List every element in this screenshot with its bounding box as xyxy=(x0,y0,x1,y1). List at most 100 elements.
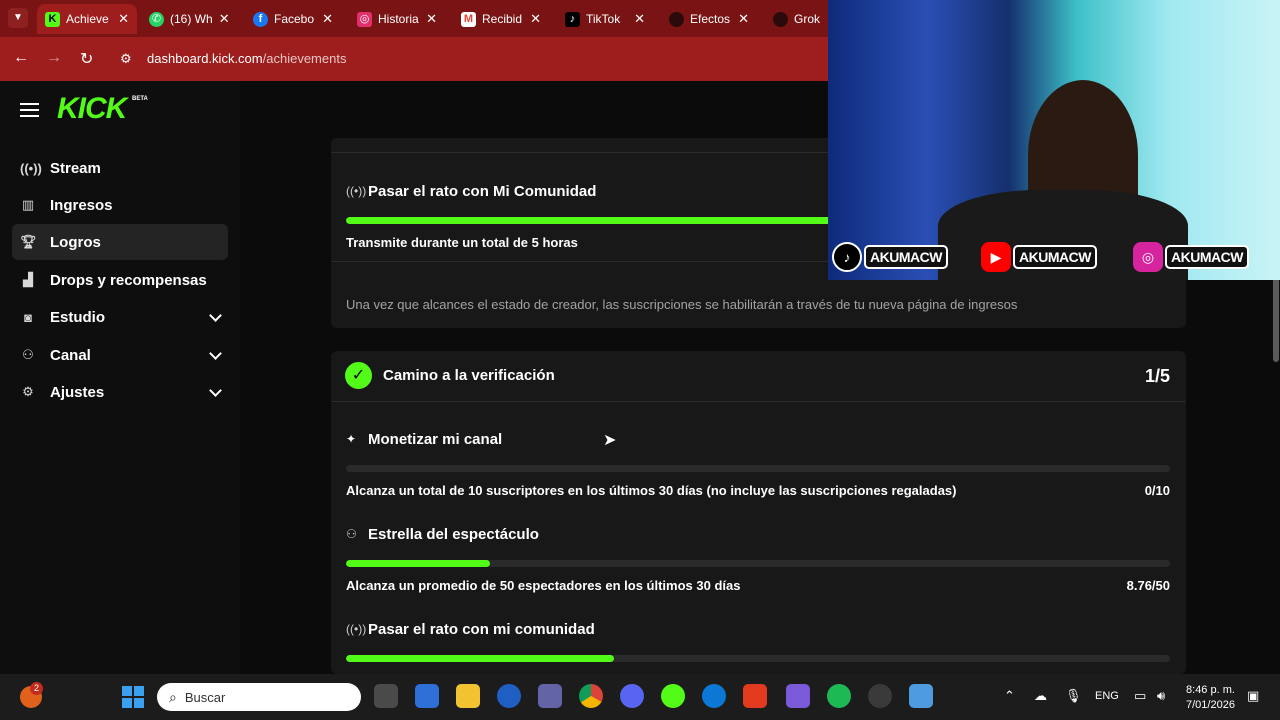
tab-grok[interactable]: Grok xyxy=(765,4,827,34)
notepad-icon[interactable] xyxy=(909,684,933,708)
achievement-description: Alcanza un promedio de 50 espectadores e… xyxy=(346,578,741,593)
site-info-icon[interactable]: ⚙ xyxy=(120,51,132,67)
tab-efectos[interactable]: Efectos ✕ xyxy=(661,4,757,34)
search-placeholder: Buscar xyxy=(184,689,226,705)
tab-gmail[interactable]: M Recibid ✕ xyxy=(453,4,549,34)
store-icon[interactable] xyxy=(415,684,439,708)
search-icon: ⌕ xyxy=(169,688,177,705)
gift-icon: ▟ xyxy=(23,272,33,287)
windows-start-icon[interactable] xyxy=(122,686,144,708)
kick-logo[interactable]: KICK xyxy=(57,92,127,126)
viewers-icon: ⚇ xyxy=(346,527,357,541)
progress-fill xyxy=(346,560,491,567)
sidebar-item-canal[interactable]: ⚇ Canal xyxy=(12,337,228,373)
tab-search-button[interactable]: ▼ xyxy=(8,8,28,28)
speaker-icon[interactable]: 🔊︎ xyxy=(1157,688,1165,704)
kick-app-icon[interactable] xyxy=(661,684,685,708)
beta-badge: BETA xyxy=(132,96,148,102)
tab-label: TikTok xyxy=(586,12,621,26)
chrome-icon[interactable] xyxy=(579,684,603,708)
trophy-icon: 🏆︎ xyxy=(20,234,37,249)
instagram-icon: ◎ xyxy=(1133,242,1163,272)
kick-favicon-icon: K xyxy=(45,11,60,27)
tab-instagram[interactable]: ◎ Historia ✕ xyxy=(349,4,445,34)
sidebar-item-stream[interactable]: ((•)) Stream xyxy=(12,150,228,186)
social-handle: AKUMACW xyxy=(1165,245,1249,269)
system-clock[interactable]: 8:46 p. m. 7/01/2026 xyxy=(1186,683,1235,713)
close-icon[interactable]: ✕ xyxy=(322,11,333,27)
hamburger-menu-icon[interactable] xyxy=(20,101,39,117)
chevron-down-icon[interactable] xyxy=(209,309,222,322)
broadcast-icon: ((•)) xyxy=(346,622,367,636)
broadcast-icon: ((•)) xyxy=(346,184,367,198)
mouse-cursor-icon: ➤ xyxy=(603,432,617,449)
sparkle-icon: ✦ xyxy=(346,432,357,446)
url-domain: dashboard.kick.com xyxy=(147,51,263,66)
close-icon[interactable]: ✕ xyxy=(118,11,129,27)
close-icon[interactable]: ✕ xyxy=(634,11,645,27)
edge-icon[interactable] xyxy=(497,684,521,708)
tab-kick[interactable]: K Achieve ✕ xyxy=(37,4,137,34)
sidebar-item-label: Canal xyxy=(50,346,91,364)
notifications-icon[interactable]: ▣ xyxy=(1247,688,1259,704)
reload-icon[interactable]: ↻ xyxy=(80,49,93,69)
url-path: /achievements xyxy=(262,51,347,66)
notification-badge: 2 xyxy=(30,682,43,695)
file-explorer-icon[interactable] xyxy=(456,684,480,708)
task-view-icon[interactable] xyxy=(374,684,398,708)
progress-bar xyxy=(346,560,1170,567)
tab-label: Grok xyxy=(794,12,821,26)
discord-icon[interactable] xyxy=(620,684,644,708)
grok-favicon-icon xyxy=(773,11,788,27)
tiktok-favicon-icon: ♪ xyxy=(565,11,580,27)
close-icon[interactable]: ✕ xyxy=(530,11,541,27)
microphone-icon[interactable]: 🎙︎ xyxy=(1065,688,1082,704)
achievement-description: Alcanza un total de 10 suscriptores en l… xyxy=(346,483,957,498)
whatsapp-favicon-icon: ✆ xyxy=(149,11,164,27)
chevron-down-icon[interactable] xyxy=(209,347,222,360)
sidebar-item-ingresos[interactable]: ▥ Ingresos xyxy=(12,187,228,223)
obs-icon[interactable] xyxy=(868,684,892,708)
gmail-favicon-icon: M xyxy=(461,11,476,27)
tab-facebook[interactable]: f Facebo ✕ xyxy=(245,4,341,34)
youtube-icon: ▶ xyxy=(981,242,1011,272)
sidebar-item-label: Estudio xyxy=(50,308,105,326)
channel-icon: ⚇ xyxy=(22,347,34,362)
divider xyxy=(331,401,1186,402)
achievement-title: Pasar el rato con Mi Comunidad xyxy=(368,183,597,200)
tab-whatsapp[interactable]: ✆ (16) Wh ✕ xyxy=(141,4,237,34)
back-arrow-icon[interactable]: ← xyxy=(13,49,29,67)
achievement-title: Estrella del espectáculo xyxy=(368,526,539,543)
sidebar-item-drops[interactable]: ▟ Drops y recompensas xyxy=(12,262,228,298)
sidebar-item-ajustes[interactable]: ⚙ Ajustes xyxy=(12,374,228,410)
achievement-title: Pasar el rato con mi comunidad xyxy=(368,621,595,638)
cloud-icon[interactable]: ☁ xyxy=(1034,688,1047,704)
verification-title: Camino a la verificación xyxy=(383,367,555,384)
copilot-icon[interactable] xyxy=(786,684,810,708)
gear-icon: ⚙ xyxy=(22,384,34,399)
progress-bar xyxy=(346,655,1170,662)
chevron-up-icon[interactable]: ⌃ xyxy=(1004,688,1015,704)
language-indicator[interactable]: ENG xyxy=(1095,690,1119,702)
sidebar-item-logros[interactable]: 🏆︎ Logros xyxy=(12,224,228,260)
taskbar-search[interactable]: ⌕ Buscar xyxy=(157,683,361,711)
ea-app-icon[interactable] xyxy=(743,684,767,708)
webcam-overlay xyxy=(828,0,1280,280)
tab-tiktok[interactable]: ♪ TikTok ✕ xyxy=(557,4,653,34)
close-icon[interactable]: ✕ xyxy=(738,11,749,27)
verified-badge-icon: ✓ xyxy=(345,362,372,389)
sidebar-item-estudio[interactable]: ◙ Estudio xyxy=(12,299,228,335)
monitor-icon[interactable]: ▭ xyxy=(1134,688,1146,704)
teams-icon[interactable] xyxy=(538,684,562,708)
tab-label: Recibid xyxy=(482,12,523,26)
chevron-down-icon[interactable] xyxy=(209,384,222,397)
url-field[interactable]: dashboard.kick.com/achievements xyxy=(147,51,346,66)
sidebar-item-label: Ingresos xyxy=(50,196,113,214)
tab-label: Efectos xyxy=(690,12,731,26)
bing-icon[interactable] xyxy=(702,684,726,708)
forward-arrow-icon[interactable]: → xyxy=(46,49,62,67)
spotify-icon[interactable] xyxy=(827,684,851,708)
close-icon[interactable]: ✕ xyxy=(426,11,437,27)
close-icon[interactable]: ✕ xyxy=(219,11,230,27)
achievement-description: Transmite durante un total de 5 horas xyxy=(346,235,578,250)
